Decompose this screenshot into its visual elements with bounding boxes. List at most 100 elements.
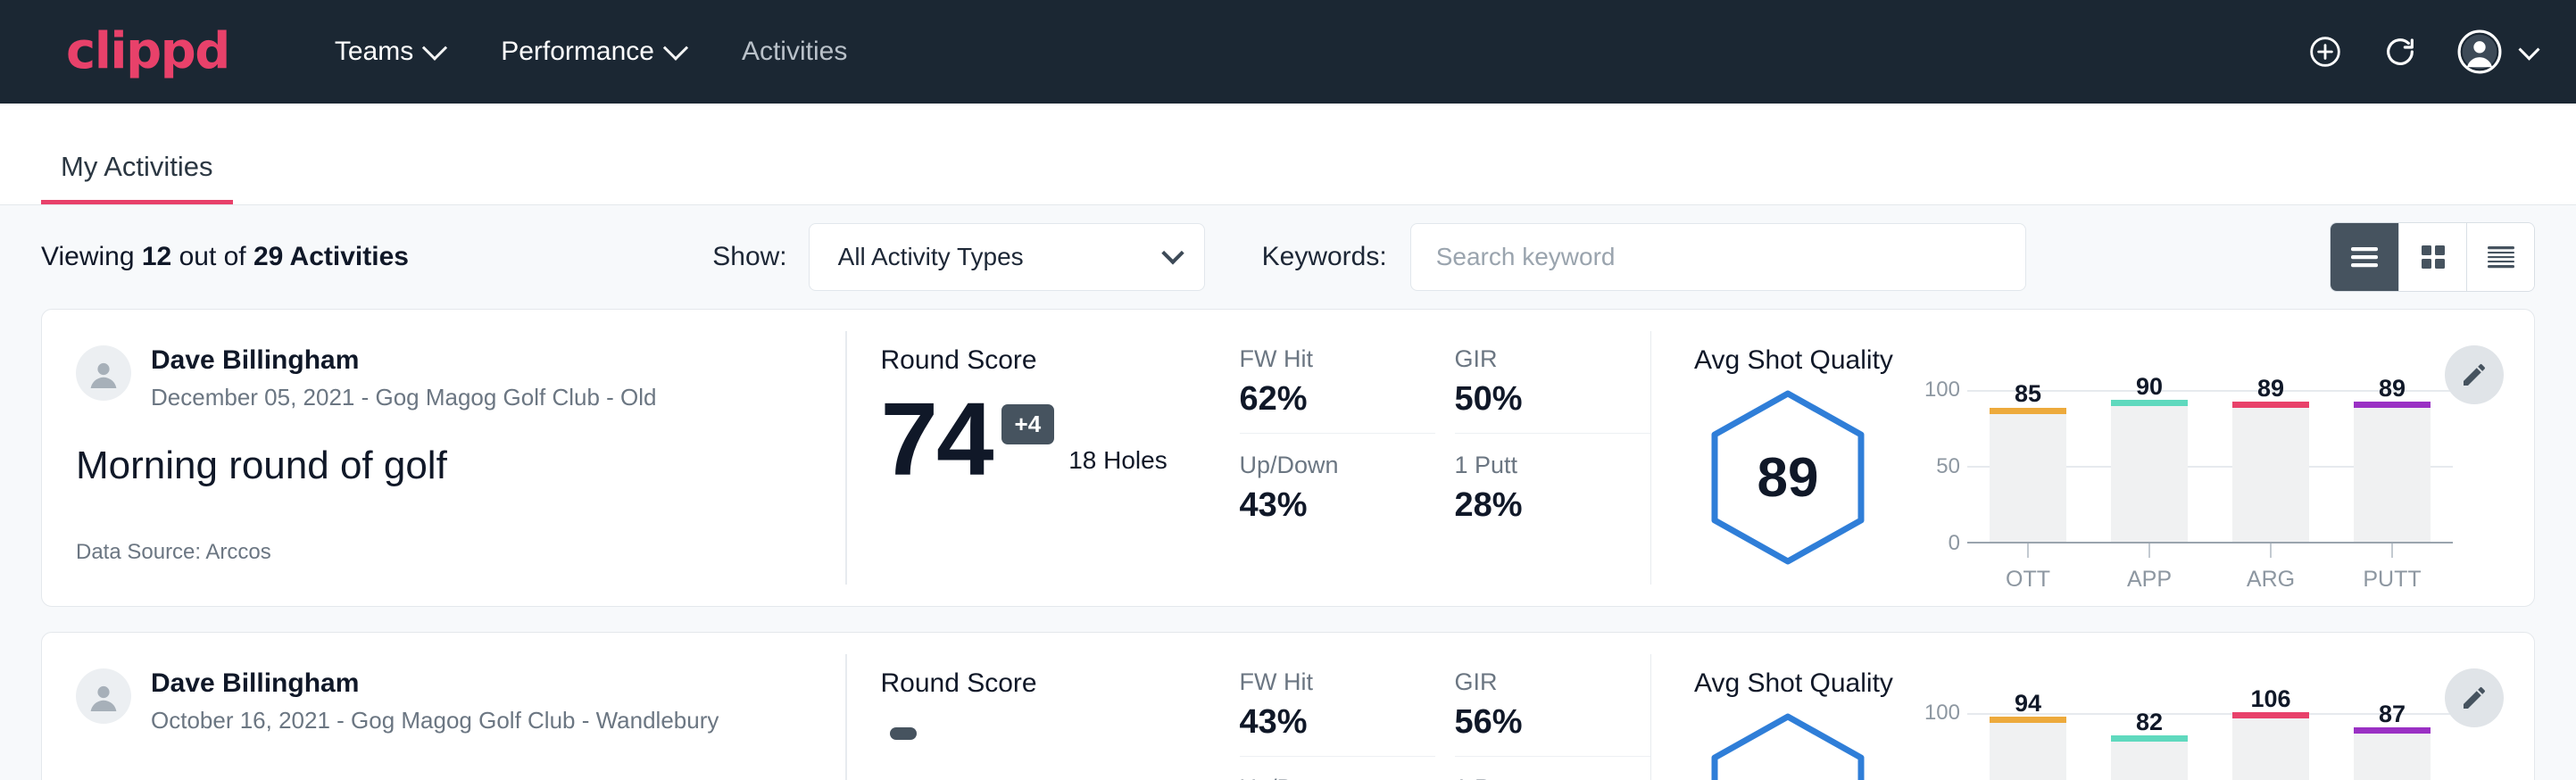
x-axis-label: PUTT [2363,567,2421,593]
nav-item-teams-label: Teams [335,37,413,67]
tick-mark [2391,544,2393,558]
x-tick: ARG [2232,544,2309,593]
bar-putt [2354,733,2431,780]
quality-score-value: 89 [1708,388,1867,567]
view-mode-compact-button[interactable] [2466,223,2534,291]
clippd-logo[interactable]: clippd [66,27,229,77]
plus-circle-icon[interactable] [2307,34,2343,70]
stat-value: 56% [1455,703,1629,742]
nav-item-performance[interactable]: Performance [472,28,713,76]
bar-value-label: 89 [2257,375,2284,402]
bar-slot: 90 [2111,390,2188,542]
primary-nav: Teams Performance Activities [306,28,876,76]
activity-author: Dave Billingham October 16, 2021 - Gog M… [76,668,804,734]
person-icon [86,678,121,714]
nav-item-activities[interactable]: Activities [713,28,876,76]
search-input[interactable] [1410,223,2026,291]
edit-activity-button[interactable] [2445,345,2504,404]
stat-gir: GIR 50% [1455,345,1650,434]
nav-item-activities-label: Activities [742,37,847,67]
edit-activity-button[interactable] [2445,668,2504,727]
avg-shot-quality-label: Avg Shot Quality [1694,345,2534,376]
y-tick: 0 [1949,531,1960,556]
stat-gir: GIR 56% [1455,668,1650,757]
stat-up-down: Up/Down [1240,775,1435,780]
tick-mark [2270,544,2272,558]
quality-hexagon: 89 [1694,379,1882,567]
activity-title: Morning round of golf [76,444,804,488]
top-navigation-bar: clippd Teams Performance Activities [0,0,2576,104]
stats-column: FW Hit 62% GIR 50% Up/Down 43% 1 Putt 28… [1222,310,1650,606]
quality-hexagon [1694,702,1882,780]
bar-value-label: 82 [2136,709,2163,736]
bar-arg [2232,718,2309,780]
bar-slot: 87 [2354,713,2431,780]
view-mode-toggle-group [2330,222,2535,292]
x-axis-label: APP [2127,567,2172,593]
holes-count: 18 Holes [1068,446,1168,475]
shot-quality-bar-chart: 100 50 0 94 [1882,702,2453,780]
stat-label: 1 Putt [1455,452,1629,479]
bar-slot: 94 [1990,713,2066,780]
x-tick: PUTT [2354,544,2431,593]
viewing-total: 29 Activities [253,242,409,271]
quality-score-value [1708,711,1867,780]
bar-arg [2232,407,2309,542]
bar-app [2111,405,2188,542]
shot-quality-bar-chart: 100 50 0 85 [1882,379,2453,593]
avg-shot-quality-column: Avg Shot Quality 100 50 [1651,633,2534,780]
activity-card[interactable]: Dave Billingham October 16, 2021 - Gog M… [41,632,2535,780]
chevron-down-icon [422,36,447,61]
bar-value-label: 89 [2379,375,2406,402]
stat-value: 43% [1240,486,1414,525]
stat-label: Up/Down [1240,452,1414,479]
nav-item-teams[interactable]: Teams [306,28,472,76]
y-tick: 100 [1924,378,1960,402]
account-menu[interactable] [2457,29,2537,74]
y-tick: 100 [1924,701,1960,726]
stats-column: FW Hit 43% GIR 56% Up/Down 1 Putt [1222,633,1650,780]
stat-value: 28% [1455,486,1629,525]
activity-meta: October 16, 2021 - Gog Magog Golf Club -… [151,707,719,734]
tab-my-activities[interactable]: My Activities [41,153,233,204]
bars-container: 94 82 106 [1967,713,2453,780]
keywords-label: Keywords: [1262,242,1387,272]
bar-value-label: 85 [2015,380,2041,408]
compact-view-icon [2485,244,2517,270]
viewing-count-text: Viewing 12 out of 29 Activities [41,242,409,272]
tab-bar: My Activities [0,104,2576,205]
activity-author: Dave Billingham December 05, 2021 - Gog … [76,345,804,411]
x-axis-label: ARG [2247,567,2295,593]
bar-value-label: 90 [2136,373,2163,401]
stat-value: 62% [1240,380,1414,419]
y-tick: 50 [1936,454,1960,479]
stat-1-putt: 1 Putt 28% [1455,452,1650,525]
refresh-icon[interactable] [2382,34,2418,70]
person-icon [86,355,121,391]
stat-label: FW Hit [1240,345,1414,373]
stat-value: 43% [1240,703,1414,742]
activity-card[interactable]: Dave Billingham December 05, 2021 - Gog … [41,309,2535,607]
x-tick: APP [2111,544,2188,593]
activity-info-column: Dave Billingham December 05, 2021 - Gog … [42,310,845,606]
stat-fw-hit: FW Hit 43% [1240,668,1435,757]
list-view-icon [2348,244,2381,270]
bar-slot: 106 [2232,713,2309,780]
stat-1-putt: 1 Putt [1455,775,1650,780]
bar-slot: 89 [2354,390,2431,542]
activity-type-select[interactable]: All Activity Types [809,223,1205,291]
bar-value-label: 94 [2015,690,2041,718]
avatar [76,668,131,724]
grid-view-icon [2419,243,2447,271]
tick-mark [2027,544,2029,558]
score-diff-badge: +4 [1001,404,1055,444]
view-mode-list-button[interactable] [2331,223,2398,291]
view-mode-grid-button[interactable] [2398,223,2466,291]
round-score-column: Round Score 74 +4 18 Holes [847,310,1222,606]
bar-slot: 85 [1990,390,2066,542]
nav-item-performance-label: Performance [501,37,654,67]
bars-container: 85 90 89 [1967,390,2453,542]
round-score-label: Round Score [881,345,1222,376]
bar-app [2111,741,2188,780]
activity-type-select-value: All Activity Types [838,243,1024,271]
